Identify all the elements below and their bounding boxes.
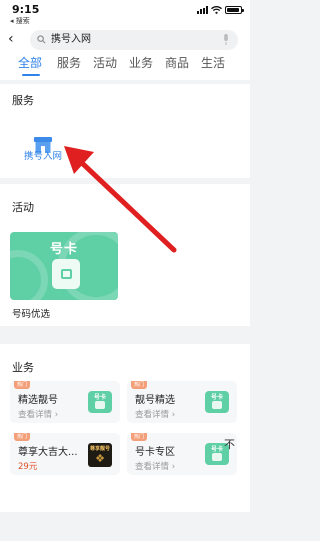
red-annotation-arrow <box>64 146 177 253</box>
